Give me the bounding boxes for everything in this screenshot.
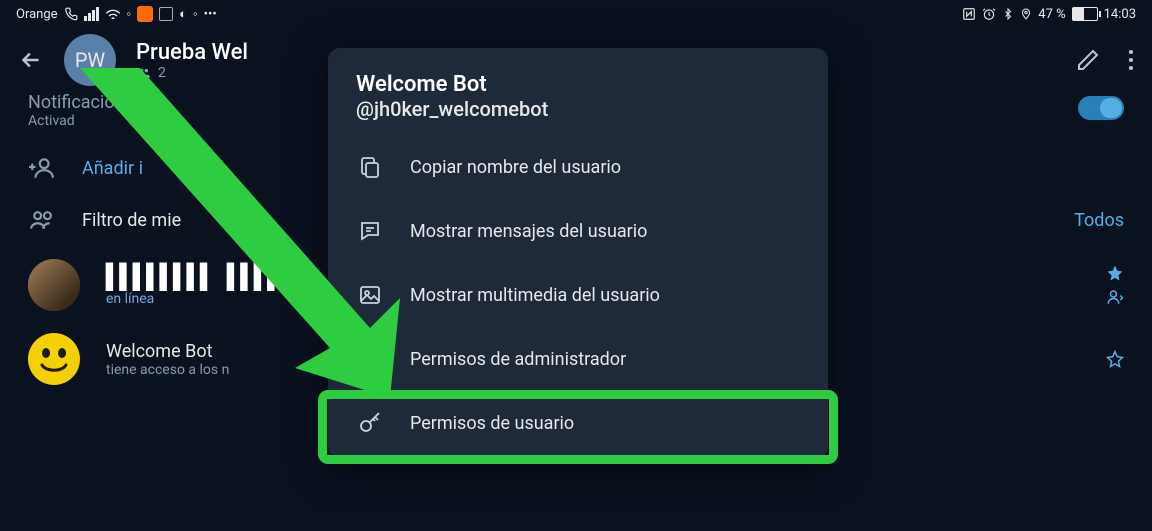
notifications-toggle[interactable] [1078,96,1124,120]
group-avatar[interactable]: PW [64,34,116,86]
filter-label: Filtro de mie [82,210,181,231]
filter-value: Todos [1074,210,1124,231]
star-icon [1106,264,1124,282]
filter-members-icon [29,207,55,233]
message-icon [358,219,382,243]
wifi-icon [105,8,121,20]
more-dots: ••• [204,7,217,22]
orange-app-icon [137,6,153,22]
copy-icon [358,155,382,179]
members-icon [136,66,152,80]
status-right: 47 % 14:03 [962,7,1136,22]
tab-icon [159,7,173,21]
sheet-handle: @jh0ker_welcomebot [356,97,800,121]
dot-icon-2: ◐ [179,6,187,22]
key-icon [358,411,382,435]
member-2-avatar [28,333,80,385]
sheet-item-label: Mostrar mensajes del usuario [410,221,647,242]
sheet-header: Welcome Bot @jh0ker_welcomebot [328,72,828,135]
sheet-copy-username[interactable]: Copiar nombre del usuario [328,135,828,199]
more-vert-icon[interactable] [1128,48,1134,72]
status-bar: Orange ◦ ◐ ◦ ••• 47 % 14:03 [0,0,1152,28]
member-2-badges [1106,350,1124,368]
member-1-name: Fra [285,267,310,288]
sheet-item-label: Copiar nombre del usuario [410,157,621,178]
header-actions [1076,48,1134,72]
sheet-user-permissions[interactable]: Permisos de usuario [328,391,828,455]
battery-icon [1072,7,1098,21]
add-member-label: Añadir i [82,158,143,179]
shield-star-icon [357,346,383,372]
sheet-admin-permissions[interactable]: Permisos de administrador [328,327,828,391]
sheet-item-label: Permisos de administrador [410,349,626,370]
member-1-badges [1106,264,1124,306]
clock-time: 14:03 [1104,7,1136,22]
user-action-sheet: Welcome Bot @jh0ker_welcomebot Copiar no… [328,48,828,459]
star-outline-icon [1106,350,1124,368]
back-arrow-icon[interactable] [18,47,44,73]
add-member-icon [29,155,55,181]
sheet-show-messages[interactable]: Mostrar mensajes del usuario [328,199,828,263]
member-count: 2 [158,65,166,81]
image-icon [358,283,382,307]
edit-icon[interactable] [1076,48,1100,72]
member-2-name: Welcome Bot [106,341,229,362]
member-1-barcode: ▌▌▌▌▌▌▌▌ ▌▌▌▌ [106,263,281,291]
phone-icon [64,7,78,21]
status-left: Orange ◦ ◐ ◦ ••• [16,6,217,22]
dot-icon: ◦ [127,6,132,22]
location-icon [1020,7,1032,21]
battery-percent: 47 % [1038,7,1065,22]
bluetooth-icon [1002,7,1014,21]
avatar-initials: PW [75,48,105,72]
owner-icon [1106,288,1124,306]
dot-icon-3: ◦ [193,6,198,22]
carrier-label: Orange [16,7,58,22]
sheet-title: Welcome Bot [356,72,800,97]
sheet-item-label: Permisos de usuario [410,413,574,434]
signal-icon [84,7,99,21]
sheet-item-label: Mostrar multimedia del usuario [410,285,660,306]
member-1-avatar [28,259,80,311]
alarm-icon [982,7,996,21]
member-1-status: en línea [106,291,310,307]
sheet-show-media[interactable]: Mostrar multimedia del usuario [328,263,828,327]
nfc-icon [962,7,976,21]
member-2-status: tiene acceso a los n [106,362,229,378]
